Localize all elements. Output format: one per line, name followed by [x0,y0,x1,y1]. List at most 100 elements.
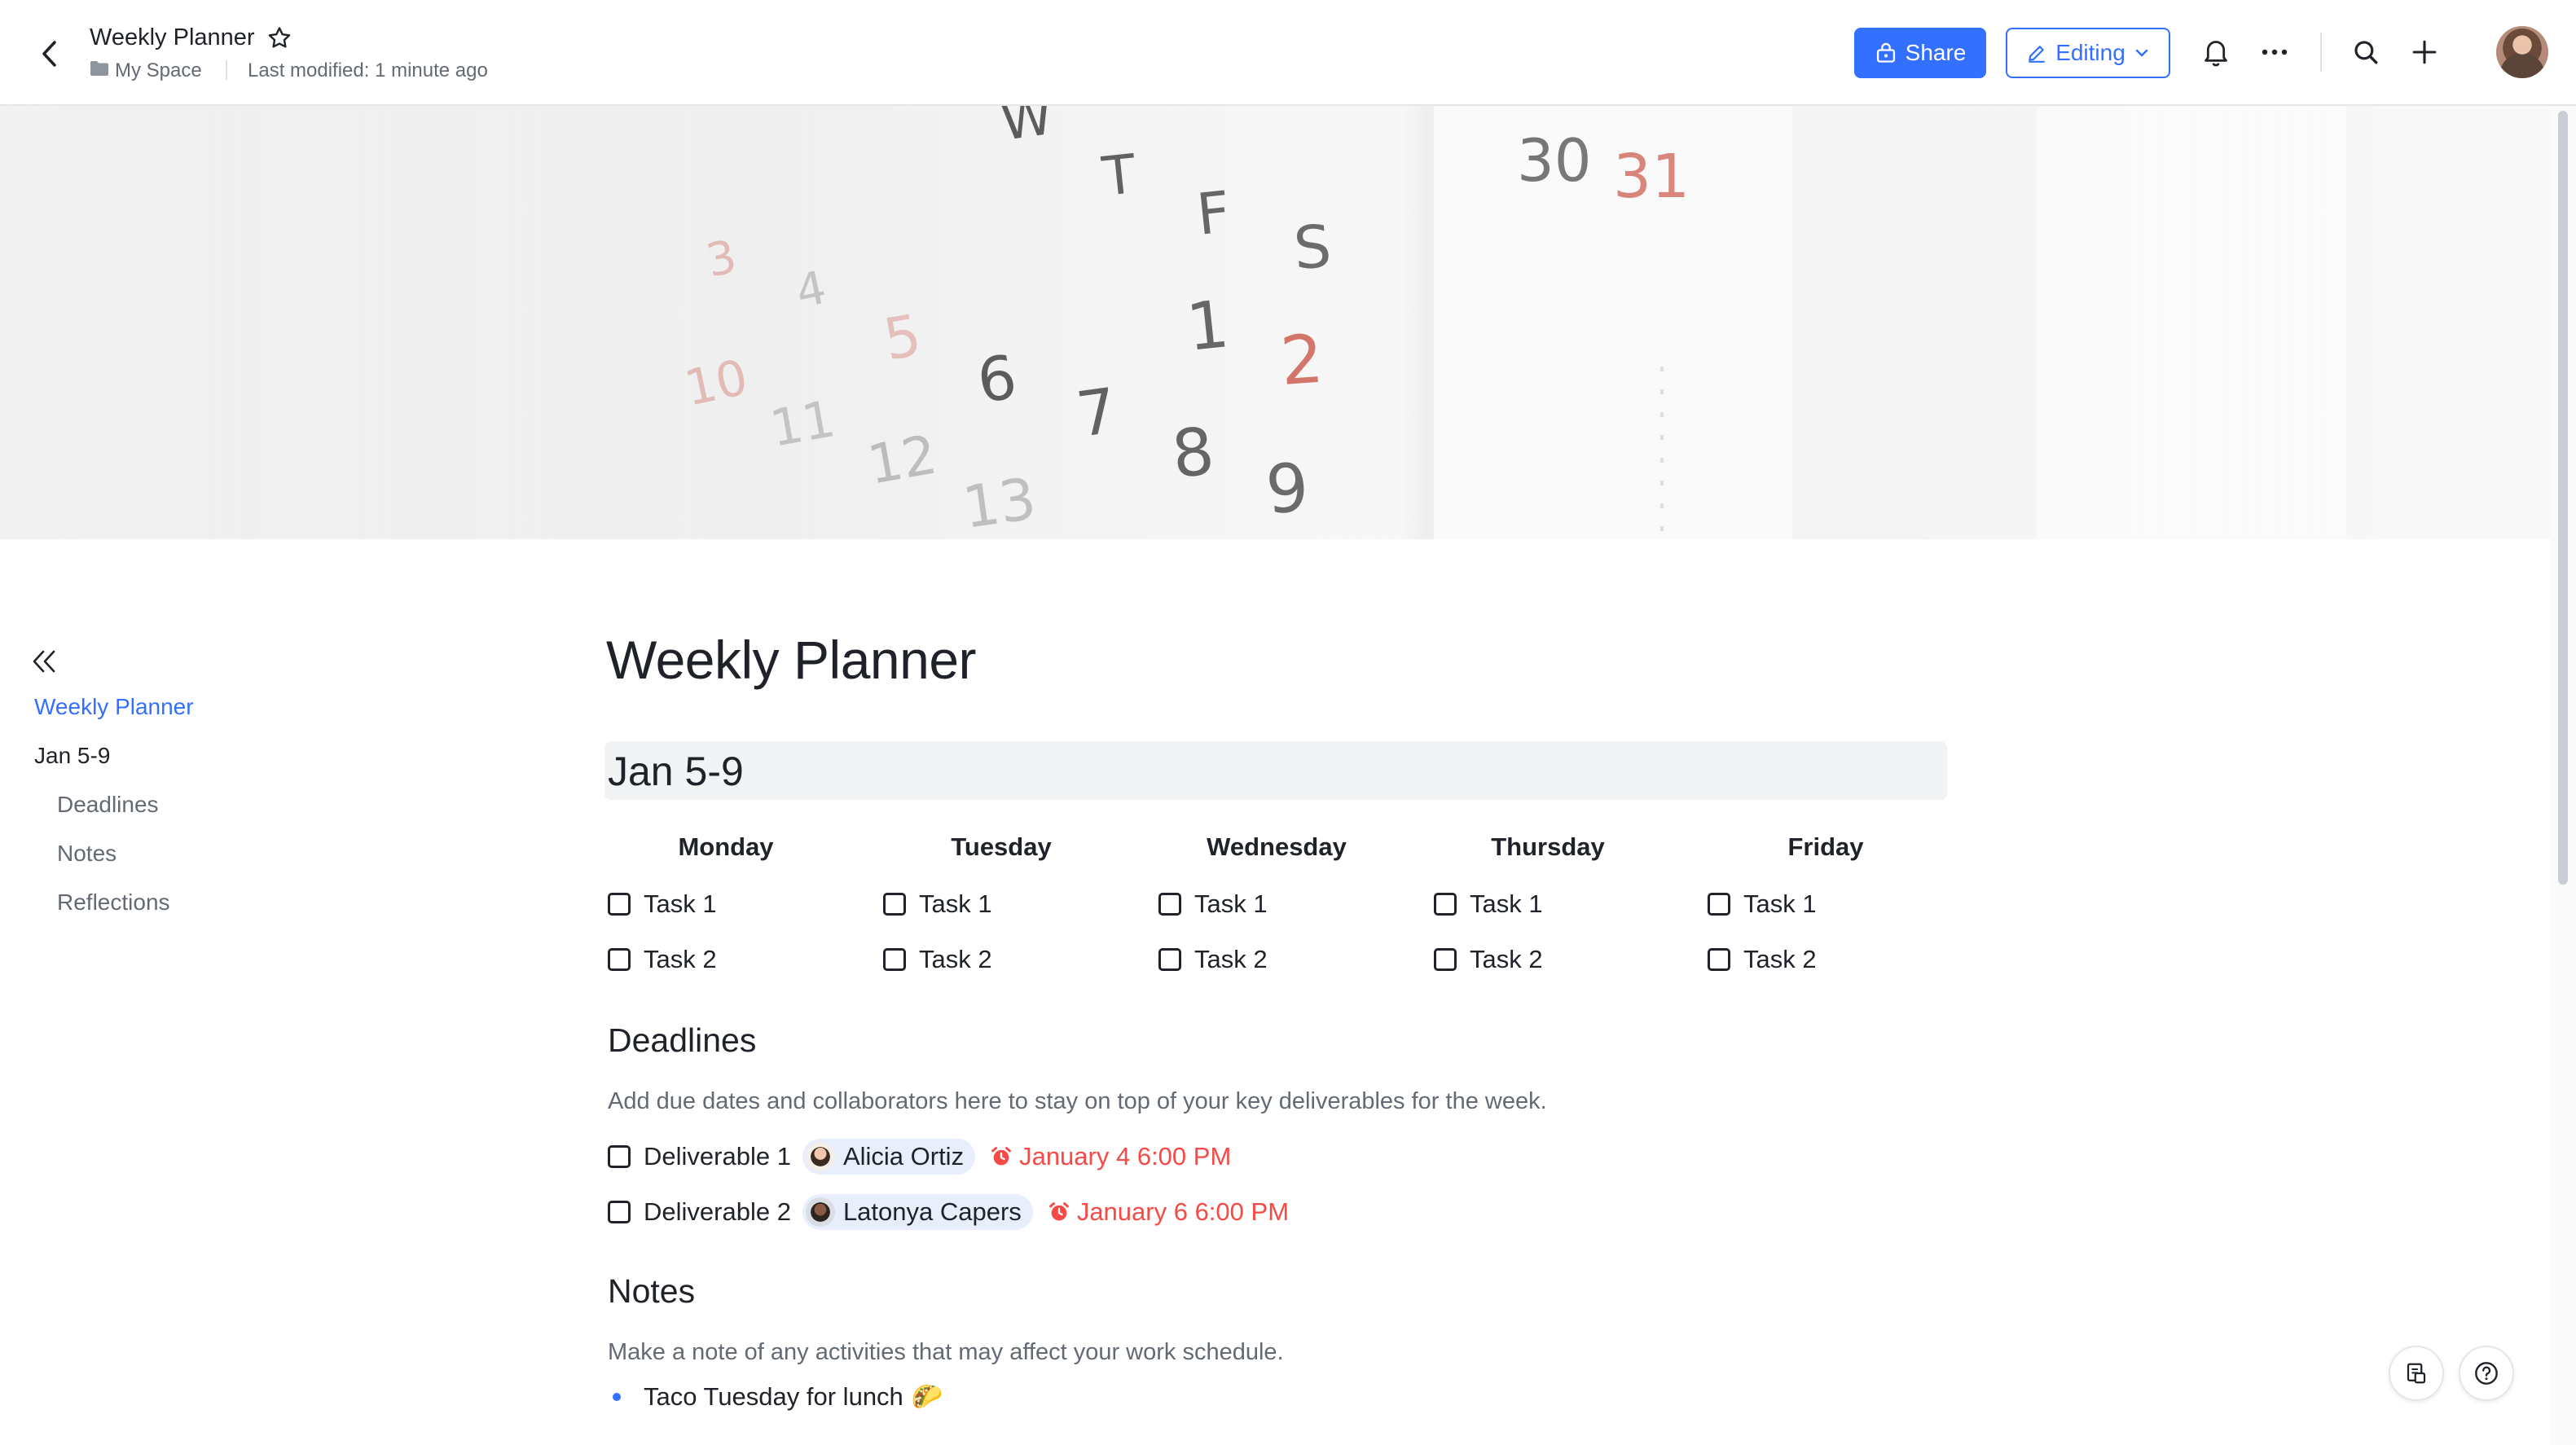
notes-description[interactable]: Make a note of any activities that may a… [608,1339,1284,1366]
notifications-button[interactable] [2195,31,2237,73]
due-date[interactable]: January 4 6:00 PM [990,1142,1231,1171]
breadcrumb-space[interactable]: My Space [115,59,202,82]
week-heading-highlight [604,741,1947,800]
task-item[interactable]: Task 2 [1158,945,1268,974]
chevron-left-icon [42,41,56,67]
task-item[interactable]: Task 1 [883,889,992,919]
more-options-button[interactable] [2253,31,2296,73]
outline-item-notes[interactable]: Notes [57,841,116,867]
day-column-thursday: Thursday Task 1 Task 2 [1434,832,1703,979]
collapse-outline-button[interactable] [28,645,60,678]
alarm-clock-icon [991,1147,1011,1166]
task-item[interactable]: Task 2 [883,945,992,974]
double-chevron-left-icon [33,650,55,673]
assignee-mention[interactable]: Alicia Ortiz [802,1139,976,1175]
day-name: Friday [1787,832,1864,861]
plus-icon [2412,40,2437,64]
deliverable-checkbox[interactable] [608,1145,631,1168]
task-item[interactable]: Task 2 [1434,945,1543,974]
top-bar: Weekly Planner My Space Last modified: 1… [0,0,2576,106]
lock-share-icon [1876,42,1895,63]
task-label: Task 2 [1470,945,1543,973]
calendar-photo: W T F S 30 31 1 2 6 7 8 9 5 4 3 12 13 11… [0,106,2550,539]
deadlines-description[interactable]: Add due dates and collaborators here to … [608,1088,1547,1115]
scrollbar-thumb[interactable] [2558,111,2568,885]
outline-item-jan-5-9[interactable]: Jan 5-9 [34,743,110,769]
due-date-text: January 6 6:00 PM [1076,1197,1290,1226]
assignee-name: Latonya Capers [842,1197,1022,1226]
task-label: Task 1 [1194,889,1268,918]
notes-heading[interactable]: Notes [608,1272,695,1311]
due-date-text: January 4 6:00 PM [1019,1142,1232,1170]
task-item[interactable]: Task 2 [1708,945,1817,974]
deliverable-checkbox[interactable] [608,1201,631,1223]
share-button[interactable]: Share [1854,28,1986,78]
task-item[interactable]: Task 1 [608,889,717,919]
task-label: Task 2 [1743,945,1817,973]
week-heading[interactable]: Jan 5-9 [608,748,744,795]
document-title: Weekly Planner [90,24,255,51]
task-checkbox[interactable] [608,948,631,971]
create-new-button[interactable] [2403,31,2446,73]
task-label: Task 1 [1743,889,1817,918]
document-list-icon [2407,1363,2426,1384]
assignee-mention[interactable]: Latonya Capers [802,1194,1033,1230]
document-info-button[interactable] [2389,1346,2444,1401]
pencil-icon [2029,46,2045,63]
task-item[interactable]: Task 2 [608,945,717,974]
task-item[interactable]: Task 1 [1158,889,1268,919]
task-checkbox[interactable] [1708,948,1730,971]
task-checkbox[interactable] [883,893,906,916]
editing-label: Editing [2055,40,2125,65]
task-checkbox[interactable] [883,948,906,971]
day-name: Wednesday [1207,832,1347,861]
deliverable-row[interactable]: Deliverable 1 Alicia Ortiz January 4 6:0… [608,1139,1231,1175]
task-label: Task 1 [644,889,717,918]
task-checkbox[interactable] [1434,893,1457,916]
day-column-friday: Friday Task 1 Task 2 [1708,832,1976,979]
assignee-avatar [805,1142,835,1171]
deliverable-row[interactable]: Deliverable 2 Latonya Capers January 6 6… [608,1194,1289,1230]
share-label: Share [1905,40,1967,65]
toolbar-divider [2320,33,2322,72]
bullet-item[interactable]: Taco Tuesday for lunch 🌮 [608,1381,943,1412]
assignee-avatar [805,1197,835,1227]
assignee-name: Alicia Ortiz [842,1142,965,1170]
task-checkbox[interactable] [1158,893,1181,916]
help-button[interactable] [2459,1346,2514,1401]
page-title[interactable]: Weekly Planner [606,629,977,691]
star-icon[interactable] [266,24,293,52]
day-column-tuesday: Tuesday Task 1 Task 2 [883,832,1152,979]
task-checkbox[interactable] [608,893,631,916]
task-label: Task 1 [1470,889,1543,918]
day-column-monday: Monday Task 1 Task 2 [608,832,877,979]
day-name: Thursday [1491,832,1605,861]
outline-item-reflections[interactable]: Reflections [57,889,170,916]
outline-item-deadlines[interactable]: Deadlines [57,792,159,818]
question-mark-icon [2475,1362,2498,1385]
task-checkbox[interactable] [1434,948,1457,971]
deadlines-heading[interactable]: Deadlines [608,1021,756,1060]
bullet-text: Taco Tuesday for lunch [644,1381,903,1411]
task-checkbox[interactable] [1708,893,1730,916]
outline-item-weekly-planner[interactable]: Weekly Planner [34,694,194,720]
task-label: Task 2 [644,945,717,973]
search-button[interactable] [2345,31,2387,73]
back-button[interactable] [28,33,70,75]
taco-emoji-icon: 🌮 [911,1382,943,1411]
user-avatar[interactable] [2496,26,2548,78]
deliverable-label: Deliverable 1 [644,1142,791,1170]
folder-icon [90,60,109,77]
task-item[interactable]: Task 1 [1708,889,1817,919]
task-label: Task 2 [919,945,992,973]
editing-mode-button[interactable]: Editing [2006,28,2170,78]
task-checkbox[interactable] [1158,948,1181,971]
day-column-wednesday: Wednesday Task 1 Task 2 [1158,832,1427,979]
bullet-dot [613,1392,621,1401]
cover-image: W T F S 30 31 1 2 6 7 8 9 5 4 3 12 13 11… [0,106,2550,539]
last-modified-text: Last modified: 1 minute ago [248,59,488,81]
task-item[interactable]: Task 1 [1434,889,1543,919]
search-icon [2354,41,2378,64]
due-date[interactable]: January 6 6:00 PM [1048,1197,1289,1227]
bell-icon [2205,41,2227,67]
